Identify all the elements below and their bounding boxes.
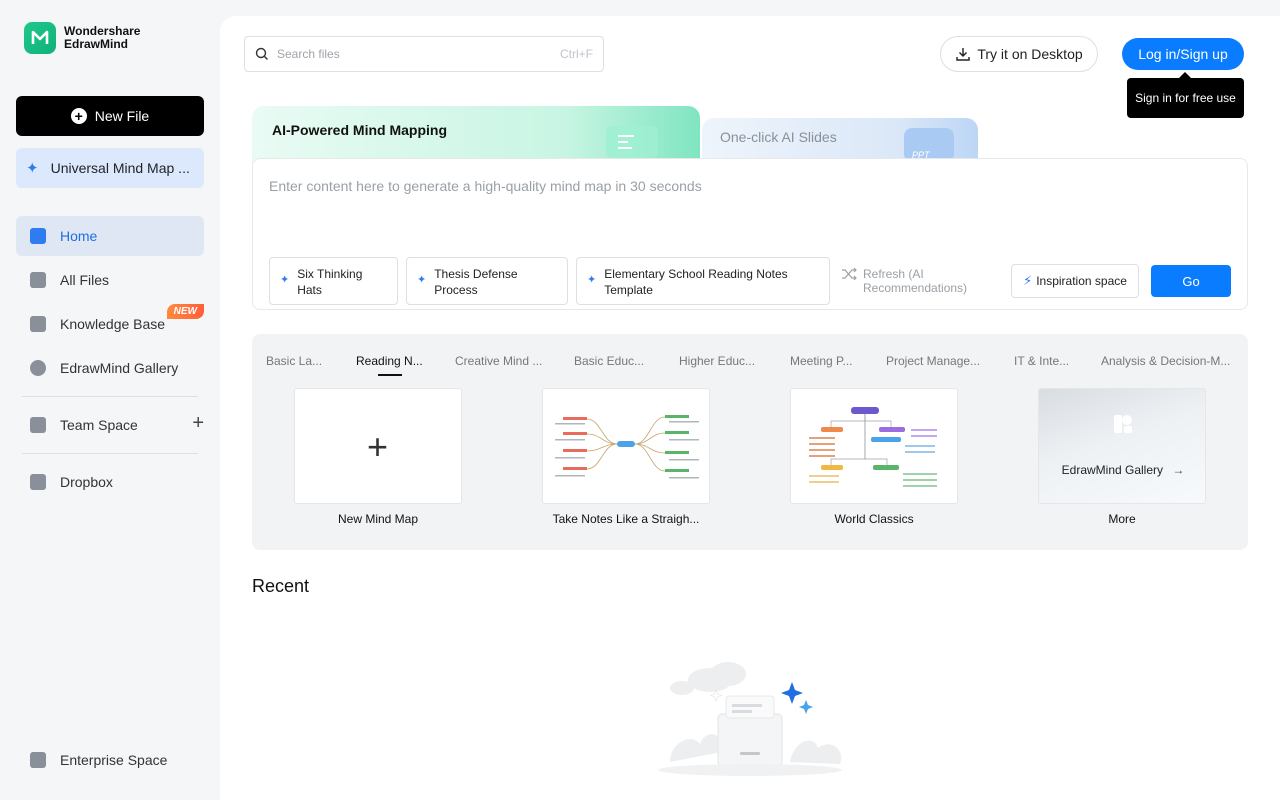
sidebar-item-gallery[interactable]: EdrawMind Gallery [16,348,204,388]
template-section: Basic La... Reading N... Creative Mind .… [252,334,1248,550]
sidebar: Wondershare EdrawMind + New File ✦ Unive… [0,0,220,800]
sidebar-item-team-space[interactable]: Team Space [16,405,204,445]
suggestion-chip[interactable]: ✦ Elementary School Reading Notes Templa… [576,257,830,305]
app-logo[interactable]: Wondershare EdrawMind [24,22,140,54]
sidebar-item-label: Knowledge Base [60,316,166,332]
book-icon [30,316,46,332]
gallery-overlay-label: EdrawMind Gallery [1061,463,1164,477]
home-icon [30,228,46,244]
sidebar-item-enterprise-space[interactable]: Enterprise Space [16,740,204,780]
file-icon [30,272,46,288]
team-icon [30,417,46,433]
add-team-icon[interactable]: + [192,412,204,435]
main-panel: Search files Ctrl+F Try it on Desktop Lo… [220,16,1280,800]
universal-label: Universal Mind Map ... [50,160,190,176]
tab-ai-mind-mapping[interactable]: AI-Powered Mind Mapping [252,106,700,166]
chip-label: Six Thinking Hats [297,267,363,297]
tab-category[interactable]: IT & Inte... [1014,354,1069,368]
template-card[interactable] [790,388,958,504]
go-button[interactable]: Go [1151,265,1231,297]
mind-map-illustration-icon [606,126,658,158]
inspiration-label: Inspiration space [1036,274,1127,288]
divider [22,396,198,397]
card-label: World Classics [834,512,914,526]
tab-category[interactable]: Higher Educ... [679,354,755,368]
refresh-label: Refresh (AI Recommendations) [863,267,968,295]
chip-label: Thesis Defense Process [434,267,518,297]
download-icon [956,48,971,61]
search-shortcut: Ctrl+F [560,47,593,61]
card-label: More [1108,512,1136,526]
sparkle-icon: ✦ [587,274,597,286]
sidebar-item-label: EdrawMind Gallery [60,360,179,376]
login-tooltip: Sign in for free use [1127,72,1244,118]
card-label: Take Notes Like a Straigh... [552,512,700,526]
sidebar-item-dropbox[interactable]: Dropbox [16,462,204,502]
sidebar-item-label: Home [60,228,98,244]
suggestion-chip[interactable]: ✦ Thesis Defense Process [406,257,568,305]
sidebar-item-label: All Files [60,272,110,288]
gallery-icon [30,360,46,376]
tab-category[interactable]: Project Manage... [886,354,980,368]
recent-title: Recent [252,576,310,596]
sparkle-icon: ✦ [417,274,427,286]
ai-prompt-placeholder: Enter content here to generate a high-qu… [269,178,702,194]
new-badge: NEW [166,304,204,319]
card-label: New Mind Map [337,512,419,526]
sparkle-icon: ✦ [280,274,290,286]
try-desktop-button[interactable]: Try it on Desktop [940,36,1098,72]
ppt-icon: PPT [904,128,954,162]
sidebar-item-label: Dropbox [60,474,113,490]
tab-category[interactable]: Analysis & Decision-M... [1101,354,1230,368]
gallery-card-text: EdrawMind Gallery → [1039,463,1205,477]
tab-category[interactable]: Basic Educ... [574,354,644,368]
sidebar-item-label: Team Space [60,417,138,433]
plus-icon: + [70,108,87,124]
new-file-label: New File [94,108,150,124]
refresh-recommendations-button[interactable]: Refresh (AI Recommendations) [841,267,973,295]
mind-map-thumbnail-icon [555,415,699,479]
inspiration-space-button[interactable]: ⚡ Inspiration space [1011,264,1139,298]
empty-state-illustration-icon [658,662,842,776]
mind-map-thumbnail-icon [809,407,937,487]
universal-mind-map-button[interactable]: ✦ Universal Mind Map ... [16,148,204,188]
suggestion-chip[interactable]: ✦ Six Thinking Hats [269,257,398,305]
tab-category[interactable]: Creative Mind ... [455,354,542,368]
tab-ai-slides-label: One-click AI Slides [720,129,837,145]
new-file-button[interactable]: + New File [16,96,204,136]
dropbox-icon [30,474,46,490]
sidebar-item-all-files[interactable]: All Files [16,260,204,300]
sidebar-item-label: Enterprise Space [60,752,168,768]
brand-line2: EdrawMind [64,37,129,51]
tab-category[interactable]: Meeting P... [790,354,852,368]
sidebar-item-home[interactable]: Home [16,216,204,256]
tab-ai-mind-mapping-label: AI-Powered Mind Mapping [272,122,447,138]
gallery-logo-icon [1114,415,1132,433]
enterprise-icon [30,752,46,768]
arrow-right-icon: → [1172,463,1185,477]
template-card[interactable] [542,388,710,504]
try-desktop-label: Try it on Desktop [977,46,1083,62]
tab-category[interactable]: Basic La... [266,354,322,368]
shuffle-icon [842,267,857,281]
edrawmind-logo-icon [24,22,56,54]
chip-label: Elementary School Reading Notes Template [604,267,788,297]
search-input[interactable]: Search files Ctrl+F [244,36,604,72]
lightning-icon: ⚡ [1023,273,1033,288]
plus-icon: + [367,426,389,467]
ai-prompt-box[interactable]: Enter content here to generate a high-qu… [252,158,1248,310]
search-placeholder: Search files [277,47,340,61]
new-mind-map-card[interactable]: + [294,388,462,504]
login-button[interactable]: Log in/Sign up [1122,38,1244,70]
gallery-more-card[interactable]: EdrawMind Gallery → [1038,388,1206,504]
tab-category-active[interactable]: Reading N... [356,354,423,376]
divider [22,453,198,454]
ai-sparkle-icon: ✦ [26,160,39,177]
search-icon [255,47,268,60]
